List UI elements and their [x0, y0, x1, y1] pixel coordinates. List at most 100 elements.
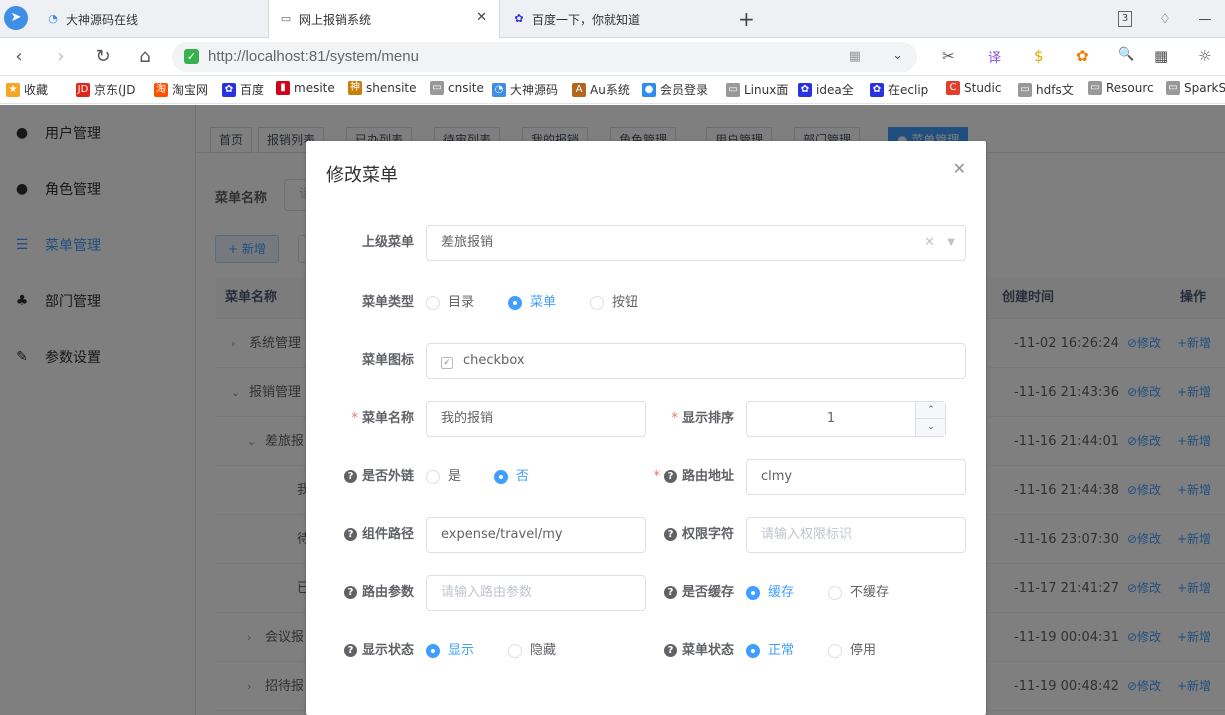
- dialog-title: 修改菜单: [326, 165, 398, 186]
- bookmark-icon: ▭: [1166, 81, 1180, 95]
- radio-option[interactable]: 显示: [426, 633, 474, 669]
- game-icon[interactable]: ✿: [1076, 47, 1089, 65]
- tab-baidu[interactable]: ✿ 百度一下，你就知道: [502, 0, 734, 38]
- bookmark-item[interactable]: ● 会员登录: [642, 81, 708, 98]
- bookmark-icon: 淘: [154, 82, 168, 97]
- home-icon[interactable]: ⌂: [132, 44, 158, 70]
- bookmark-item[interactable]: C Studic: [946, 81, 1001, 95]
- bookmark-icon: ▭: [430, 81, 444, 95]
- menu-icon-value: checkbox: [463, 353, 525, 368]
- increase-icon[interactable]: ⌃: [916, 402, 946, 419]
- bookmark-item[interactable]: ▭ SparkS: [1166, 81, 1225, 95]
- radio-label: 显示: [448, 643, 475, 658]
- visible-label: ? 显示状态: [326, 633, 414, 669]
- bookmark-item[interactable]: ▭ Resourc: [1088, 81, 1154, 95]
- bookmark-item[interactable]: ★ 收藏: [6, 81, 48, 98]
- menu-name-input[interactable]: 我的报销: [426, 401, 646, 437]
- bookmark-label: Linux面: [744, 83, 789, 97]
- component-path-input[interactable]: expense/travel/my: [426, 517, 646, 553]
- help-icon: ?: [343, 528, 357, 541]
- sort-order-label: * 显示排序: [671, 411, 734, 426]
- radio-option[interactable]: 不缓存: [828, 575, 889, 611]
- search-icon[interactable]: 🔍: [1118, 47, 1134, 62]
- menu-icon-input[interactable]: ✓ checkbox: [426, 343, 966, 379]
- bookmark-label: shensite: [366, 81, 417, 95]
- help-icon: ?: [663, 586, 677, 599]
- minimize-icon[interactable]: —: [1185, 12, 1225, 27]
- radio-label: 隐藏: [530, 643, 557, 658]
- bookmark-item[interactable]: ✿ 百度: [222, 81, 264, 98]
- bookmark-icon: ★: [6, 82, 20, 97]
- radio-dot-icon: [828, 586, 842, 600]
- bookmark-item[interactable]: JD 京东(JD: [76, 81, 135, 98]
- bookmark-label: cnsite: [448, 81, 484, 95]
- radio-dot-icon: [508, 296, 522, 310]
- bookmark-item[interactable]: ✿ 在eclip: [870, 81, 928, 98]
- new-tab-icon[interactable]: +: [738, 7, 755, 31]
- bookmark-item[interactable]: ◔ 大神源码: [492, 81, 558, 98]
- shirt-icon[interactable]: ♢: [1145, 12, 1185, 27]
- help-icon: ?: [663, 528, 677, 541]
- qr-code-icon[interactable]: ▦: [849, 49, 861, 64]
- route-path-input[interactable]: clmy: [746, 459, 966, 495]
- parent-menu-value: 差旅报销: [441, 235, 494, 250]
- route-path-label: *? 路由地址: [653, 469, 734, 484]
- bookmark-label: mesite: [294, 81, 335, 95]
- tab-count-badge[interactable]: 3: [1118, 11, 1132, 27]
- coin-icon[interactable]: $: [1034, 47, 1044, 65]
- tab-dashen[interactable]: ◔ 大神源码在线: [36, 0, 268, 38]
- bookmark-item[interactable]: A Au系统: [572, 81, 630, 98]
- close-icon[interactable]: ✕: [476, 10, 487, 25]
- apps-grid-icon[interactable]: ▦: [1154, 47, 1168, 65]
- reload-icon[interactable]: ↻: [90, 44, 116, 70]
- help-icon: ?: [343, 644, 357, 657]
- bookmark-item[interactable]: 神 shensite: [348, 81, 417, 95]
- chevron-down-icon[interactable]: ⌄: [892, 48, 903, 63]
- bookmark-label: 大神源码: [510, 83, 559, 97]
- theme-icon[interactable]: ☼: [1198, 47, 1211, 65]
- decrease-icon[interactable]: ⌄: [916, 419, 946, 436]
- radio-option[interactable]: 目录: [426, 285, 474, 321]
- bookmark-item[interactable]: ✿ idea全: [798, 81, 854, 98]
- radio-dot-icon: [494, 470, 508, 484]
- permission-input[interactable]: 请输入权限标识: [746, 517, 966, 553]
- clear-icon[interactable]: ✕: [924, 226, 935, 260]
- bookmark-label: 会员登录: [660, 83, 709, 97]
- forward-icon[interactable]: ›: [48, 44, 74, 70]
- radio-dot-icon: [426, 470, 440, 484]
- close-icon[interactable]: ✕: [953, 159, 966, 178]
- stepper-controls: ⌃ ⌄: [915, 402, 946, 436]
- radio-option[interactable]: 是: [426, 459, 461, 495]
- bookmark-item[interactable]: 淘淘宝网: [154, 81, 208, 98]
- tab-title: 网上报销系统: [299, 12, 372, 27]
- bookmark-label: 收藏: [24, 83, 49, 97]
- bookmark-item[interactable]: ▮ mesite: [276, 81, 335, 95]
- radio-option[interactable]: 隐藏: [508, 633, 556, 669]
- scissors-icon[interactable]: ✂: [942, 47, 955, 65]
- parent-menu-select[interactable]: 差旅报销 ✕ ▼: [426, 225, 966, 261]
- route-query-input[interactable]: 请输入路由参数: [426, 575, 646, 611]
- tab-expense-system[interactable]: ▭ 网上报销系统 ✕: [268, 0, 500, 38]
- bookmark-item[interactable]: ▭ hdfs文: [1018, 81, 1074, 98]
- radio-dot-icon: [508, 644, 522, 658]
- bookmark-label: hdfs文: [1036, 83, 1074, 97]
- bookmark-item[interactable]: ▭ Linux面: [726, 81, 788, 98]
- radio-option[interactable]: 正常: [746, 633, 794, 669]
- bookmark-icon: ◔: [492, 82, 506, 97]
- url-text[interactable]: http://localhost:81/system/menu: [208, 48, 419, 65]
- back-icon[interactable]: ‹: [6, 44, 32, 70]
- address-bar[interactable]: ✓ http://localhost:81/system/menu ▦ ⌄: [172, 42, 917, 72]
- translate-icon[interactable]: 译: [988, 47, 1001, 66]
- browser-logo-icon[interactable]: ➤: [4, 6, 28, 30]
- radio-option[interactable]: 缓存: [746, 575, 794, 611]
- radio-option[interactable]: 否: [494, 459, 529, 495]
- route-query-label: ? 路由参数: [326, 575, 414, 611]
- bookmark-item[interactable]: ▭ cnsite: [430, 81, 484, 95]
- radio-option[interactable]: 按钮: [590, 285, 638, 321]
- radio-option[interactable]: 停用: [828, 633, 876, 669]
- sort-order-stepper[interactable]: 1 ⌃ ⌄: [746, 401, 946, 437]
- radio-option[interactable]: 菜单: [508, 285, 556, 321]
- bookmark-icon: ✿: [870, 82, 884, 97]
- radio-dot-icon: [746, 586, 760, 600]
- bookmark-icon: ▮: [276, 81, 290, 95]
